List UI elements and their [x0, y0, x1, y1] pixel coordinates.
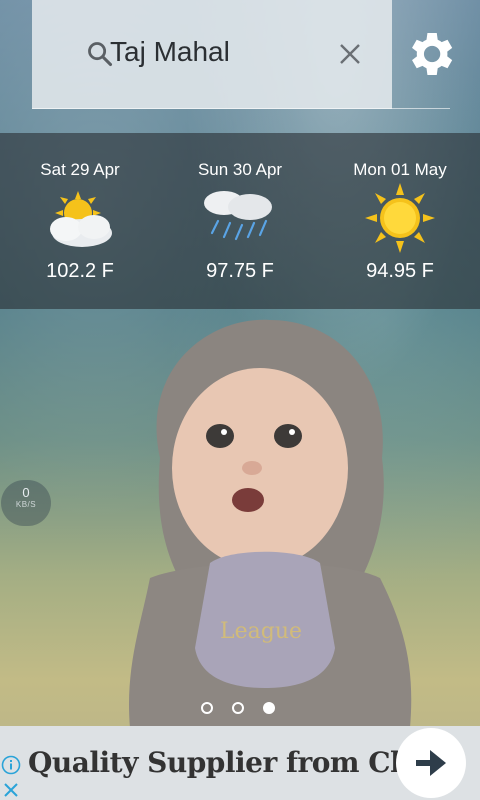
- partly-cloudy-icon: [50, 191, 112, 247]
- sunny-icon: [365, 183, 435, 253]
- forecast-temp: 102.2 F: [46, 260, 114, 282]
- search-input[interactable]: Taj Mahal: [110, 36, 230, 68]
- forecast-day-2[interactable]: Sun 30 Apr 97.75 F: [160, 133, 320, 309]
- forecast-day-3[interactable]: Mon 01 May 94.95 F: [320, 133, 480, 309]
- page-indicator: [200, 702, 290, 718]
- forecast-date: Mon 01 May: [353, 160, 447, 179]
- ad-info-icon[interactable]: [1, 755, 21, 775]
- page-dot-2[interactable]: [232, 702, 244, 714]
- divider: [392, 108, 450, 109]
- network-speed-widget[interactable]: 0 KB/S: [1, 480, 51, 526]
- ad-banner[interactable]: Quality Supplier from China.: [0, 726, 480, 800]
- search-bar[interactable]: Taj Mahal: [32, 0, 392, 109]
- forecast-panel: Sat 29 Apr 102.2 F Sun 30 Apr 97.75 F Mo…: [0, 133, 480, 309]
- forecast-date: Sun 30 Apr: [197, 160, 283, 179]
- arrow-right-icon: [416, 750, 446, 776]
- network-speed-value: 0: [22, 485, 30, 500]
- forecast-day-1[interactable]: Sat 29 Apr 102.2 F: [0, 133, 160, 309]
- background-baby-image: League: [129, 319, 412, 728]
- ad-close-icon[interactable]: [2, 781, 20, 799]
- forecast-temp: 97.75 F: [206, 260, 274, 282]
- forecast-date: Sat 29 Apr: [40, 160, 120, 179]
- page-dot-1[interactable]: [201, 702, 213, 714]
- svg-text:League: League: [220, 619, 302, 644]
- clear-icon[interactable]: [338, 42, 362, 66]
- forecast-temp: 94.95 F: [366, 260, 434, 282]
- rain-icon: [204, 191, 272, 241]
- settings-gear-icon[interactable]: [402, 26, 458, 82]
- page-dot-3-active[interactable]: [263, 702, 275, 714]
- ad-arrow-button[interactable]: [396, 728, 466, 798]
- network-speed-unit: KB/S: [15, 500, 37, 509]
